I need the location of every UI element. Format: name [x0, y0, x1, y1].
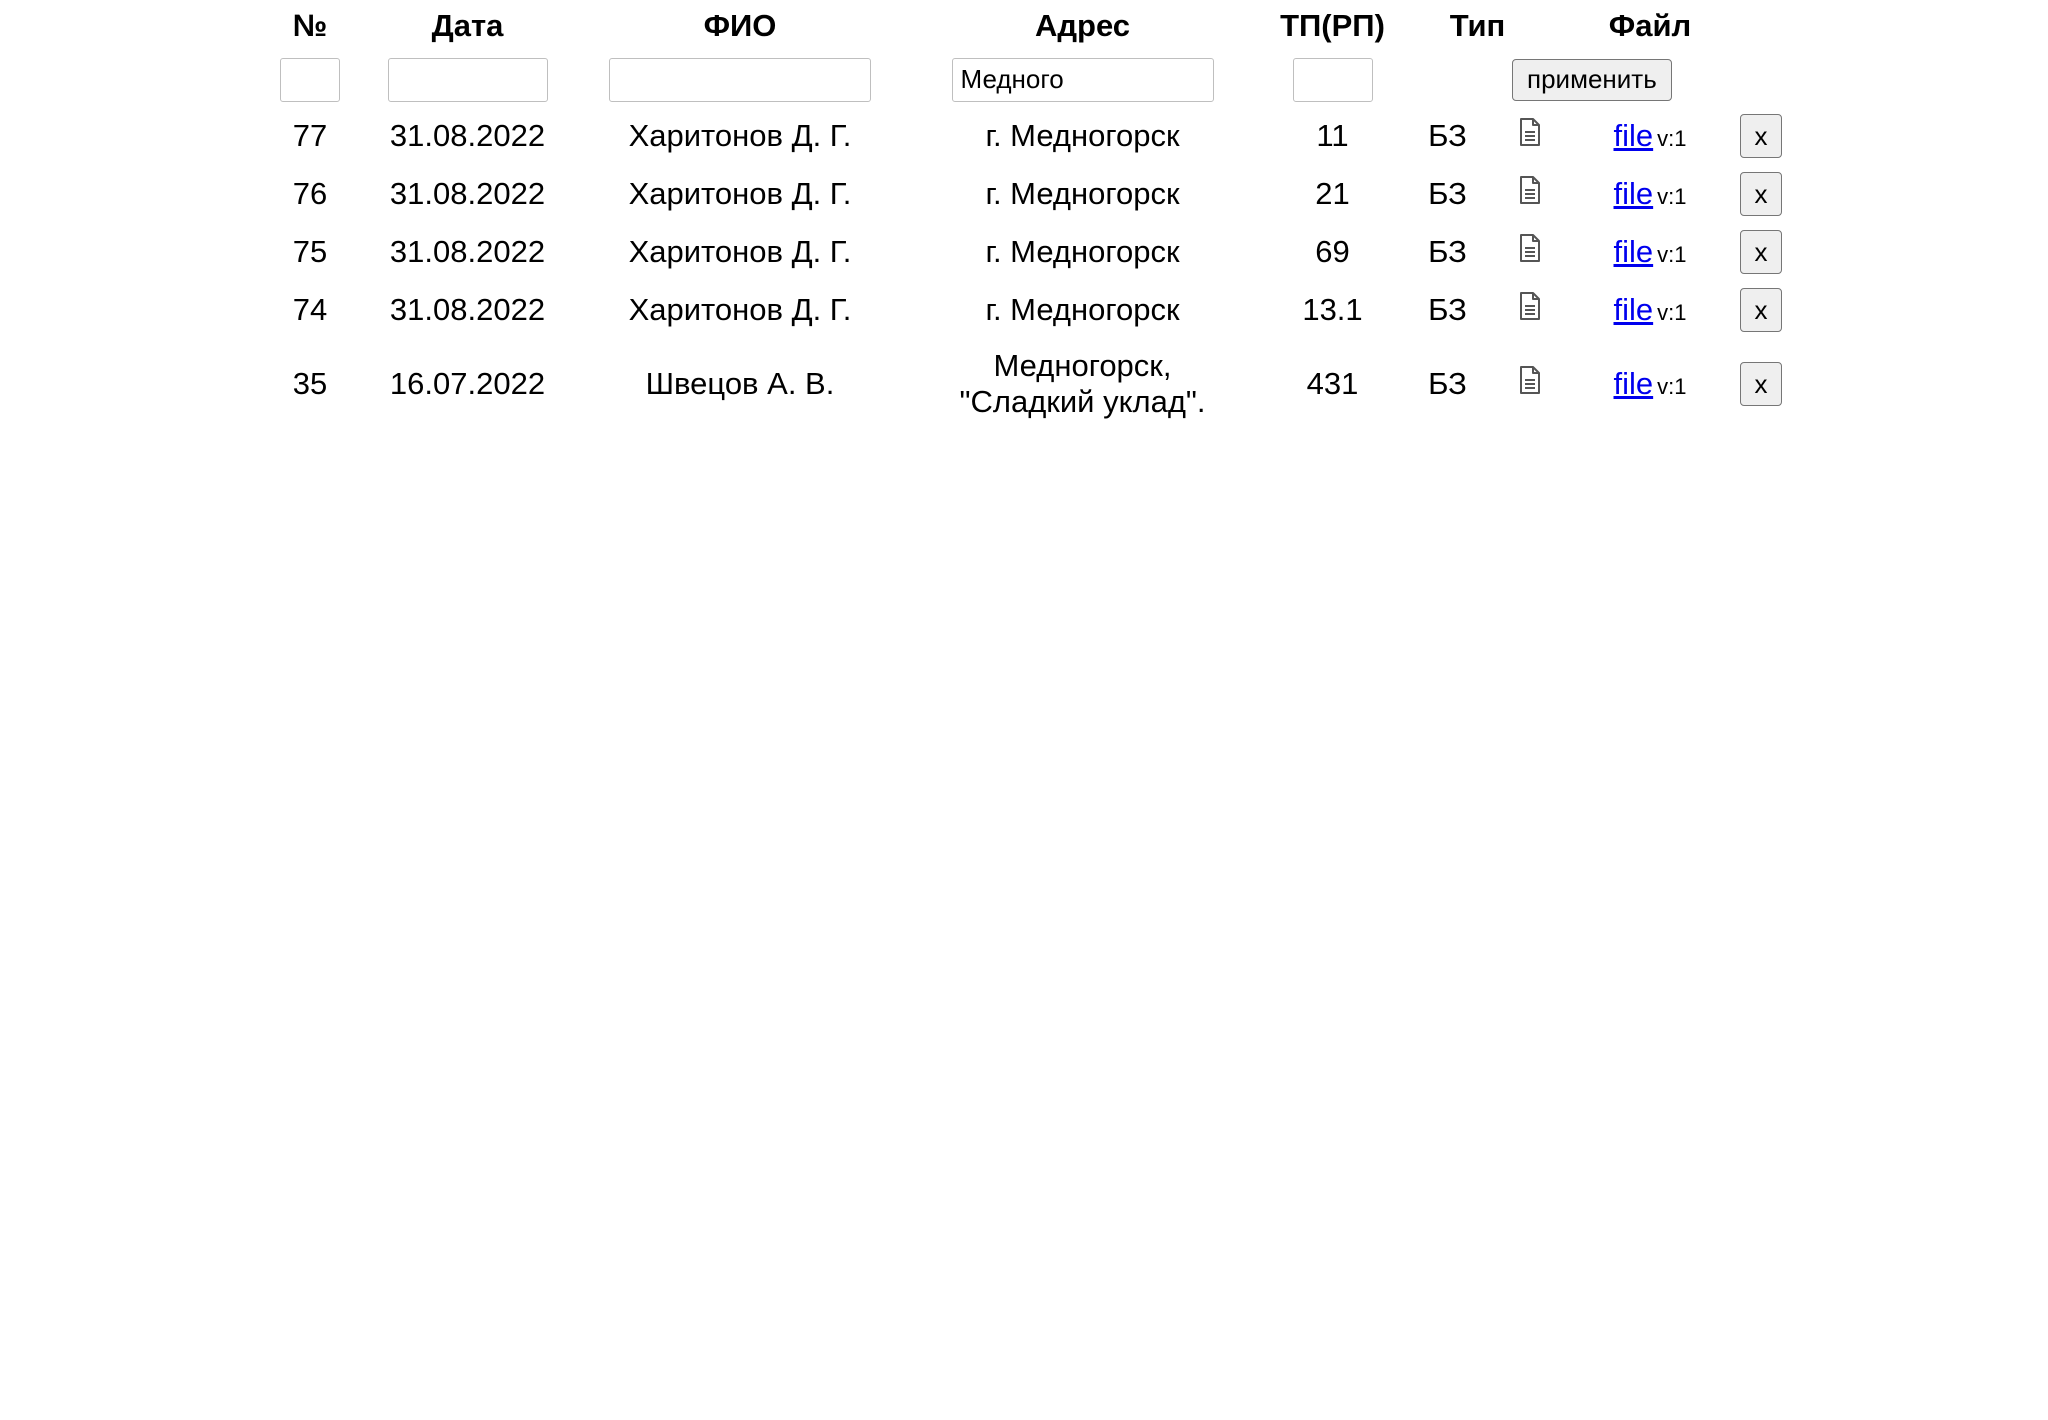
header-tp: ТП(РП): [1280, 8, 1385, 43]
table-row: 76 31.08.2022 Харитонов Д. Г. г. Медного…: [270, 165, 1840, 223]
file-version: v:1: [1657, 184, 1687, 209]
table-row: 77 31.08.2022 Харитонов Д. Г. г. Медного…: [270, 107, 1840, 165]
row-delete-cell: x: [1740, 223, 1840, 281]
row-date: 16.07.2022: [389, 366, 546, 401]
row-tp: 11: [1316, 118, 1349, 153]
row-number: 76: [292, 176, 328, 211]
row-delete-cell: x: [1740, 339, 1840, 429]
delete-button[interactable]: x: [1740, 288, 1782, 332]
filter-row: применить: [270, 52, 1840, 107]
address-filter-input[interactable]: [951, 57, 1214, 102]
row-type: БЗ: [1428, 176, 1467, 211]
row-type: БЗ: [1428, 234, 1467, 269]
row-doc-cell: [1500, 339, 1560, 429]
header-address: Адрес: [1034, 8, 1131, 43]
row-address-line1: Медногорск,: [993, 348, 1172, 383]
row-address-line2: "Сладкий уклад".: [959, 384, 1206, 419]
row-fio: Харитонов Д. Г.: [628, 118, 852, 153]
row-address: г. Медногорск: [895, 223, 1270, 281]
date-filter-input[interactable]: [387, 57, 548, 102]
row-number: 77: [292, 118, 328, 153]
row-type: БЗ: [1428, 366, 1467, 401]
file-version: v:1: [1657, 242, 1687, 267]
row-fio: Харитонов Д. Г.: [628, 176, 852, 211]
file-version: v:1: [1657, 300, 1687, 325]
file-link[interactable]: file: [1614, 366, 1654, 401]
document-icon[interactable]: [1519, 117, 1541, 155]
delete-button[interactable]: x: [1740, 172, 1782, 216]
table-row: 74 31.08.2022 Харитонов Д. Г. г. Медного…: [270, 281, 1840, 339]
header-actions: [1740, 0, 1840, 52]
row-number: 35: [292, 366, 328, 401]
header-file: Файл: [1608, 8, 1692, 43]
row-file-cell: file v:1: [1560, 107, 1740, 165]
row-address: г. Медногорск: [895, 281, 1270, 339]
row-address-line1: г. Медногорск: [985, 292, 1180, 327]
row-file-cell: file v:1: [1560, 339, 1740, 429]
row-address-line1: г. Медногорск: [985, 176, 1180, 211]
file-link[interactable]: file: [1614, 176, 1654, 211]
row-address-line1: г. Медногорск: [985, 234, 1180, 269]
delete-button[interactable]: x: [1740, 362, 1782, 406]
fio-filter-input[interactable]: [609, 57, 871, 102]
row-date: 31.08.2022: [389, 234, 546, 269]
header-fio: ФИО: [703, 8, 777, 43]
row-address: г. Медногорск: [895, 107, 1270, 165]
row-tp: 13.1: [1302, 292, 1363, 327]
delete-button[interactable]: x: [1740, 114, 1782, 158]
row-doc-cell: [1500, 281, 1560, 339]
row-date: 31.08.2022: [389, 176, 546, 211]
row-type: БЗ: [1428, 292, 1467, 327]
file-version: v:1: [1657, 126, 1687, 151]
header-date: Дата: [431, 8, 504, 43]
row-number: 75: [292, 234, 328, 269]
row-date: 31.08.2022: [389, 118, 546, 153]
header-number: №: [292, 8, 328, 43]
file-link[interactable]: file: [1614, 118, 1654, 153]
table-row: 35 16.07.2022 Швецов А. В. Медногорск, "С…: [270, 339, 1840, 429]
row-file-cell: file v:1: [1560, 281, 1740, 339]
row-delete-cell: x: [1740, 107, 1840, 165]
delete-button[interactable]: x: [1740, 230, 1782, 274]
row-address: г. Медногорск: [895, 165, 1270, 223]
row-tp: 69: [1315, 234, 1350, 269]
row-fio: Швецов А. В.: [645, 366, 835, 401]
document-icon[interactable]: [1519, 175, 1541, 213]
document-icon[interactable]: [1519, 365, 1541, 403]
document-icon[interactable]: [1519, 233, 1541, 271]
row-file-cell: file v:1: [1560, 165, 1740, 223]
row-number: 74: [292, 292, 328, 327]
row-delete-cell: x: [1740, 281, 1840, 339]
row-doc-cell: [1500, 165, 1560, 223]
row-doc-cell: [1500, 107, 1560, 165]
header-type: Тип: [1449, 8, 1506, 43]
document-icon[interactable]: [1519, 291, 1541, 329]
row-tp: 21: [1315, 176, 1350, 211]
number-filter-input[interactable]: [280, 57, 340, 102]
row-fio: Харитонов Д. Г.: [628, 292, 852, 327]
file-link[interactable]: file: [1614, 292, 1654, 327]
file-version: v:1: [1657, 374, 1687, 399]
row-address: Медногорск, "Сладкий уклад".: [895, 339, 1270, 429]
table-row: 75 31.08.2022 Харитонов Д. Г. г. Медного…: [270, 223, 1840, 281]
row-file-cell: file v:1: [1560, 223, 1740, 281]
row-date: 31.08.2022: [389, 292, 546, 327]
row-tp: 431: [1306, 366, 1359, 401]
row-type: БЗ: [1428, 118, 1467, 153]
row-address-line1: г. Медногорск: [985, 118, 1180, 153]
documents-table: № Дата ФИО Адрес ТП(РП) Тип Файл примени…: [270, 0, 1840, 429]
row-doc-cell: [1500, 223, 1560, 281]
row-fio: Харитонов Д. Г.: [628, 234, 852, 269]
row-delete-cell: x: [1740, 165, 1840, 223]
file-link[interactable]: file: [1614, 234, 1654, 269]
apply-filter-button[interactable]: применить: [1512, 58, 1672, 101]
header-row: № Дата ФИО Адрес ТП(РП) Тип Файл: [270, 0, 1840, 52]
tp-filter-input[interactable]: [1292, 57, 1373, 102]
